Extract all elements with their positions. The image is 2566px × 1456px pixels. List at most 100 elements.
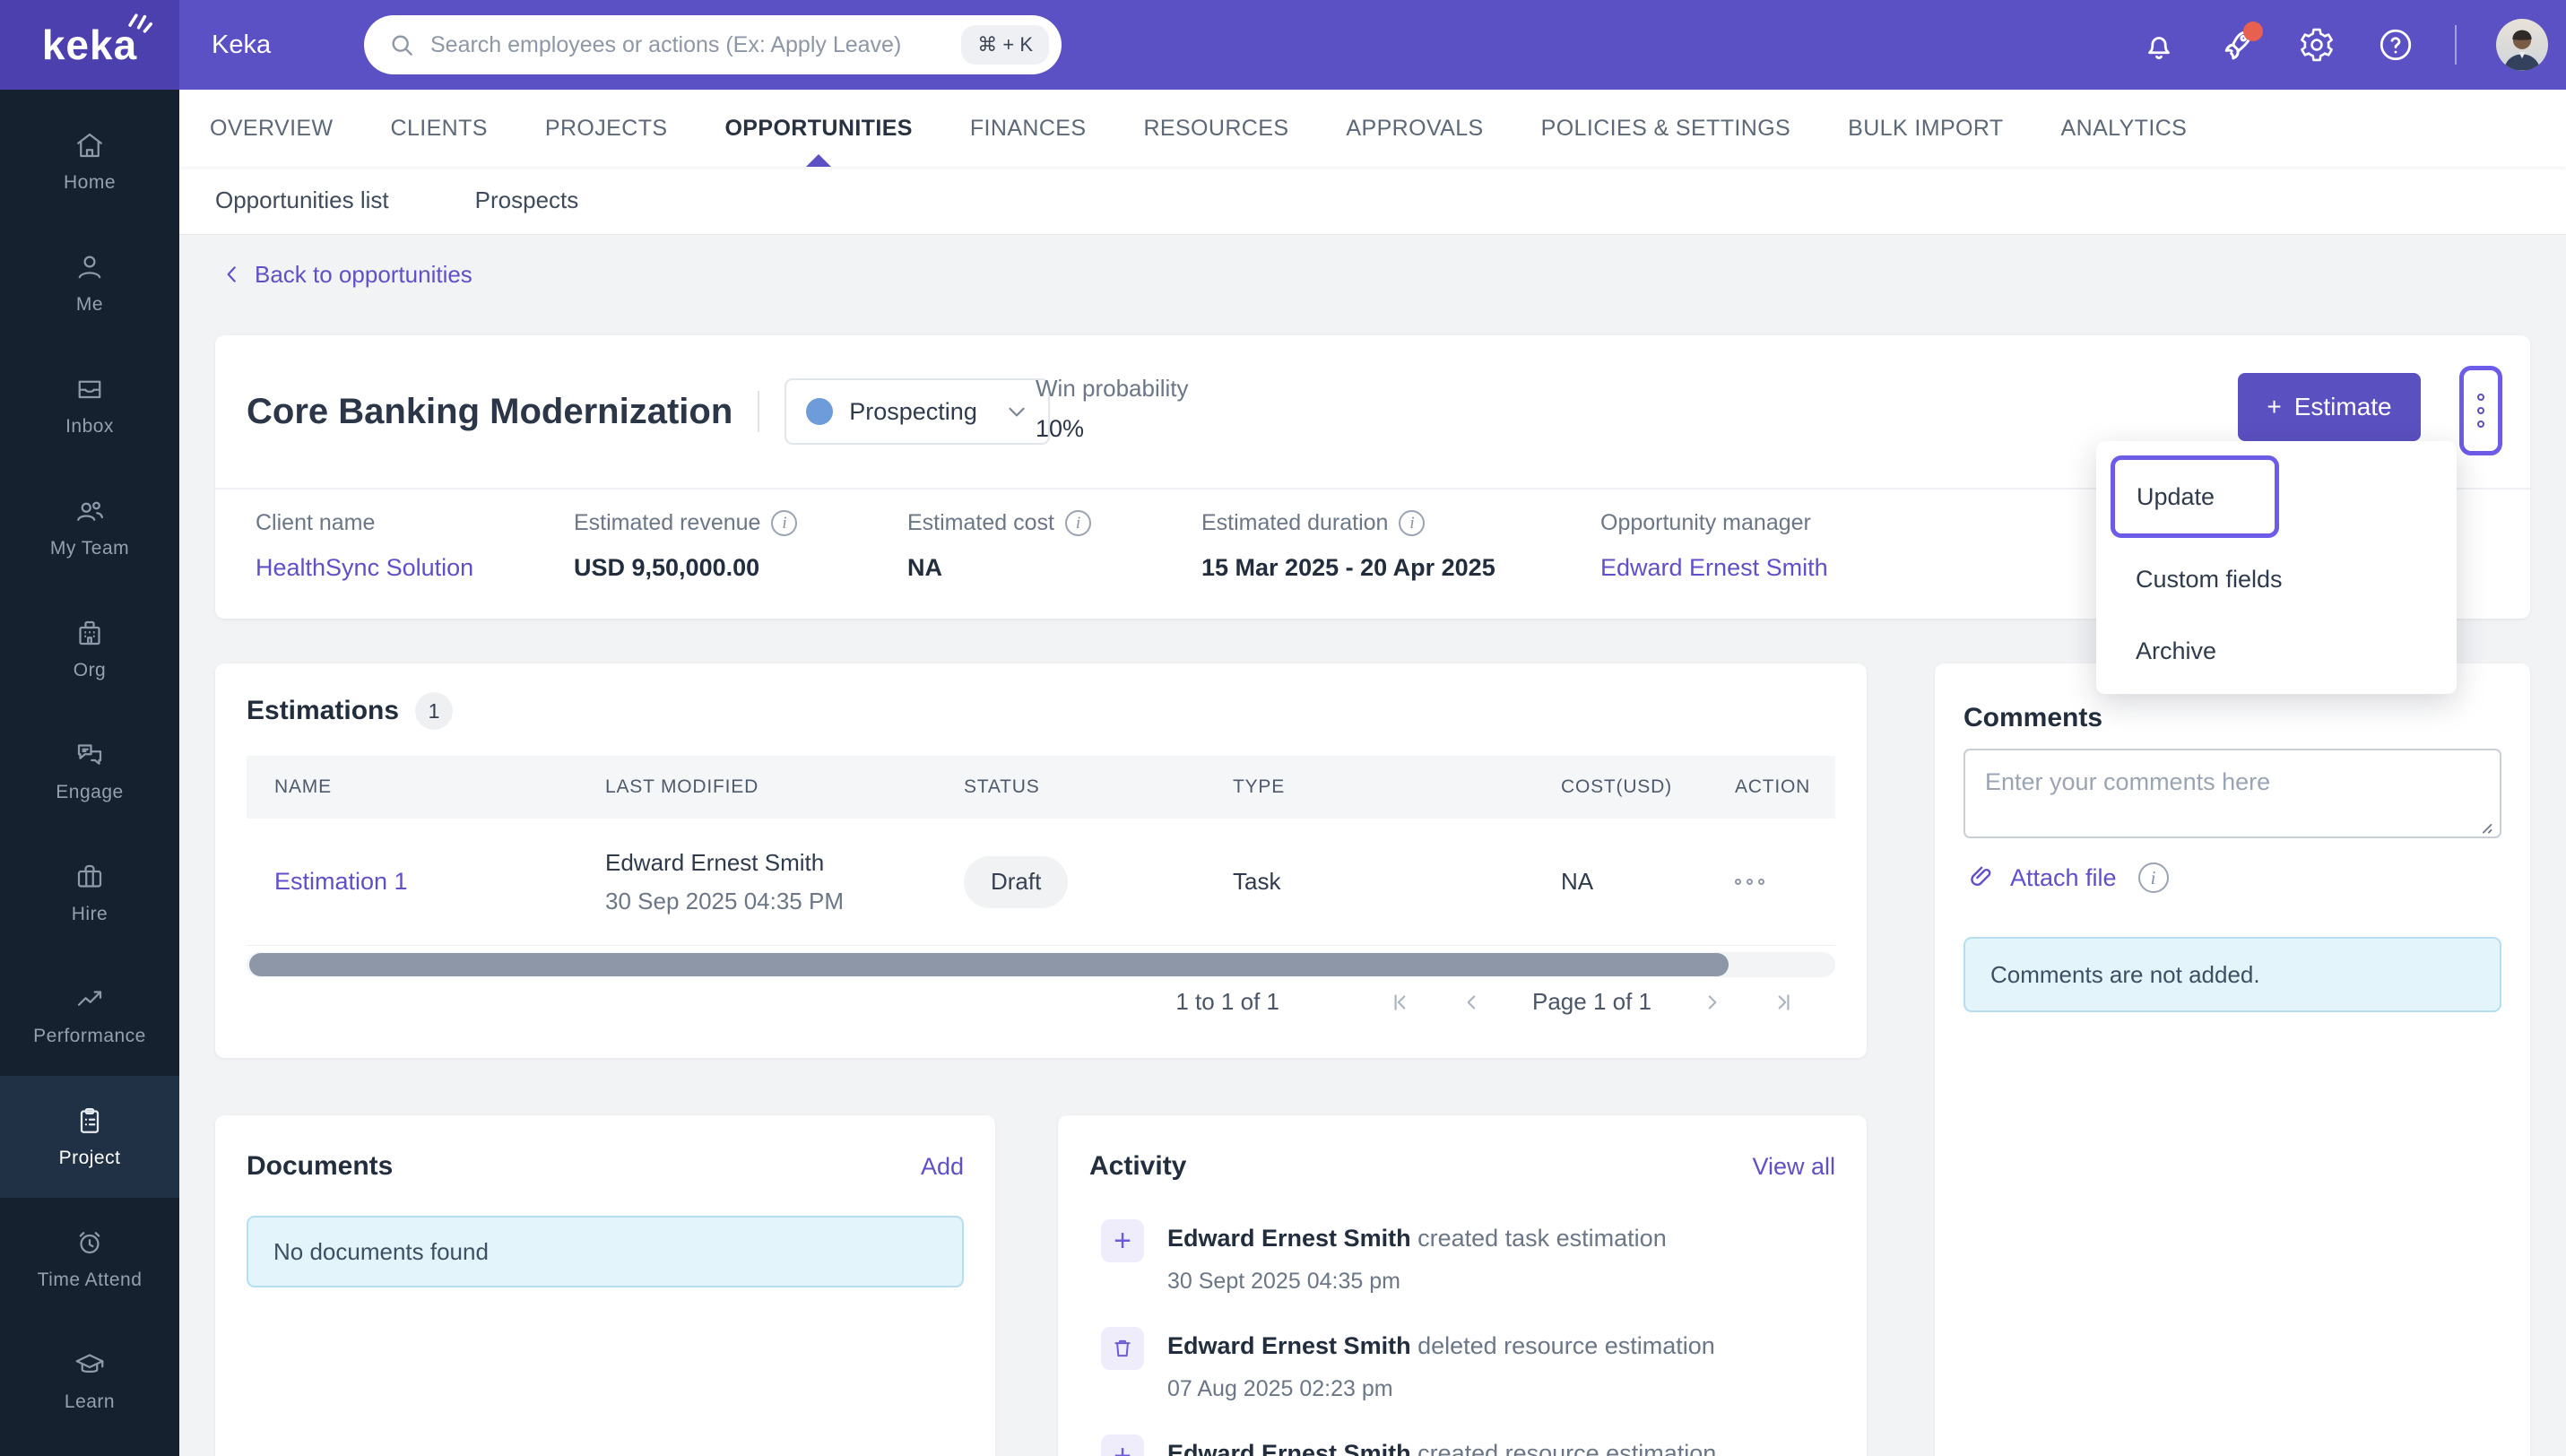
- brand-wordmark: keka: [41, 22, 138, 68]
- estimation-link[interactable]: Estimation 1: [274, 868, 408, 895]
- activity-action: created task estimation: [1417, 1225, 1667, 1252]
- whats-new-rocket-icon[interactable]: [2218, 22, 2263, 65]
- win-probability-label: Win probability: [1036, 375, 1189, 402]
- activity-card: Activity View all + Edward Ernest Smith …: [1058, 1115, 1867, 1456]
- win-probability-value: 10%: [1036, 415, 1085, 442]
- estimations-table: NAME LAST MODIFIED STATUS TYPE COST(USD)…: [247, 756, 1835, 946]
- info-icon[interactable]: i: [2137, 862, 2169, 893]
- main-content: Back to opportunities Core Banking Moder…: [179, 235, 2566, 1456]
- global-search[interactable]: ⌘ + K: [364, 15, 1062, 74]
- comments-empty-alert: Comments are not added.: [1964, 937, 2501, 1012]
- back-link-label: Back to opportunities: [255, 260, 472, 288]
- info-icon[interactable]: i: [1064, 510, 1091, 536]
- info-icon[interactable]: i: [1399, 510, 1426, 536]
- user-avatar[interactable]: [2496, 19, 2548, 71]
- comment-input[interactable]: [1964, 749, 2501, 838]
- view-all-activity-button[interactable]: View all: [1752, 1153, 1835, 1181]
- subtab-prospects[interactable]: Prospects: [475, 186, 579, 214]
- menu-item-update[interactable]: Update: [2111, 455, 2279, 538]
- sidebar-item-time-attend[interactable]: Time Attend: [0, 1198, 179, 1320]
- app-sidebar: Home Me Inbox My Team Org Engage Hire Pe…: [0, 90, 179, 1456]
- subtab-opportunities-list[interactable]: Opportunities list: [215, 186, 389, 214]
- documents-empty-alert: No documents found: [247, 1216, 964, 1287]
- estimation-type: Task: [1233, 868, 1281, 895]
- menu-item-archive[interactable]: Archive: [2111, 615, 2442, 687]
- help-icon[interactable]: [2376, 25, 2415, 65]
- workspace-name: Keka: [212, 30, 272, 59]
- sidebar-item-hire[interactable]: Hire: [0, 832, 179, 954]
- horizontal-scrollbar-track[interactable]: [247, 952, 1835, 977]
- tab-resources[interactable]: RESOURCES: [1143, 90, 1288, 167]
- search-input[interactable]: [430, 31, 962, 58]
- module-nav: OVERVIEW CLIENTS PROJECTS OPPORTUNITIES …: [179, 90, 2566, 167]
- tab-policies-settings[interactable]: POLICIES & SETTINGS: [1541, 90, 1791, 167]
- comments-title: Comments: [1964, 703, 2103, 732]
- row-more-actions-button[interactable]: [1735, 879, 1835, 885]
- settings-gear-icon[interactable]: [2297, 25, 2336, 65]
- client-name-link[interactable]: HealthSync Solution: [256, 554, 473, 582]
- activity-item: + Edward Ernest Smith created resource e…: [1101, 1434, 1831, 1456]
- plus-icon: +: [1101, 1219, 1144, 1262]
- sidebar-item-label: My Team: [49, 538, 130, 559]
- documents-card: Documents Add No documents found: [215, 1115, 995, 1456]
- sidebar-item-inbox[interactable]: Inbox: [0, 344, 179, 466]
- sidebar-item-project[interactable]: Project: [0, 1076, 179, 1198]
- activity-actor: Edward Ernest Smith: [1167, 1332, 1411, 1359]
- activity-actor: Edward Ernest Smith: [1167, 1440, 1411, 1456]
- plus-icon: +: [1101, 1434, 1144, 1456]
- table-row: Estimation 1 Edward Ernest Smith 30 Sep …: [247, 819, 1835, 946]
- topbar-divider: [2455, 25, 2457, 65]
- plus-icon: +: [2267, 393, 2282, 420]
- add-document-button[interactable]: Add: [921, 1153, 964, 1181]
- tab-overview[interactable]: OVERVIEW: [210, 90, 334, 167]
- field-estimated-revenue: Estimated revenue i USD 9,50,000.00: [574, 510, 798, 582]
- keka-logo[interactable]: keka: [0, 0, 179, 90]
- sidebar-item-performance[interactable]: Performance: [0, 954, 179, 1076]
- shortcut-chip: ⌘ + K: [961, 25, 1049, 65]
- activity-item: Edward Ernest Smith deleted resource est…: [1101, 1327, 1831, 1402]
- estimation-cost: NA: [1561, 868, 1594, 895]
- tab-projects[interactable]: PROJECTS: [545, 90, 668, 167]
- estimate-button[interactable]: + Estimate: [2238, 373, 2421, 441]
- sub-nav: Opportunities list Prospects: [179, 167, 2566, 235]
- sidebar-item-label: Time Attend: [37, 1270, 143, 1290]
- sidebar-item-me[interactable]: Me: [0, 222, 179, 344]
- pagination-page-label: Page 1 of 1: [1532, 988, 1651, 1015]
- first-page-button[interactable]: [1389, 991, 1412, 1014]
- activity-title: Activity: [1089, 1151, 1187, 1181]
- opportunity-title: Core Banking Modernization: [247, 391, 733, 431]
- sidebar-item-label: Project: [58, 1148, 121, 1168]
- status-dropdown[interactable]: Prospecting: [785, 378, 1051, 445]
- opportunity-manager-link[interactable]: Edward Ernest Smith: [1600, 554, 1828, 582]
- sidebar-item-my-team[interactable]: My Team: [0, 466, 179, 588]
- tab-analytics[interactable]: ANALYTICS: [2061, 90, 2188, 167]
- sidebar-item-label: Org: [73, 660, 107, 680]
- horizontal-scrollbar-thumb[interactable]: [249, 953, 1729, 976]
- next-page-button[interactable]: [1700, 991, 1723, 1014]
- sidebar-item-label: Performance: [33, 1026, 146, 1046]
- tab-finances[interactable]: FINANCES: [970, 90, 1087, 167]
- menu-item-custom-fields[interactable]: Custom fields: [2111, 543, 2442, 615]
- tab-opportunities[interactable]: OPPORTUNITIES: [724, 90, 912, 167]
- sidebar-item-home[interactable]: Home: [0, 100, 179, 222]
- sidebar-item-learn[interactable]: Learn: [0, 1320, 179, 1442]
- last-page-button[interactable]: [1772, 991, 1795, 1014]
- sidebar-item-engage[interactable]: Engage: [0, 710, 179, 832]
- tab-clients[interactable]: CLIENTS: [391, 90, 488, 167]
- tab-bulk-import[interactable]: BULK IMPORT: [1848, 90, 2003, 167]
- notifications-bell-icon[interactable]: [2139, 25, 2179, 65]
- info-icon[interactable]: i: [771, 510, 798, 536]
- prev-page-button[interactable]: [1461, 991, 1484, 1014]
- field-estimated-duration: Estimated duration i 15 Mar 2025 - 20 Apr…: [1201, 510, 1495, 581]
- attach-file-button[interactable]: Attach file: [2010, 864, 2117, 892]
- logo-rays-icon: [128, 13, 153, 33]
- sidebar-item-org[interactable]: Org: [0, 588, 179, 710]
- activity-action: created resource estimation: [1417, 1440, 1717, 1456]
- comments-card: Comments Attach file i Comments are not …: [1935, 663, 2530, 1456]
- header-more-actions-button[interactable]: [2459, 366, 2502, 455]
- field-client-name: Client name HealthSync Solution: [256, 510, 474, 582]
- top-bar: keka Keka ⌘ + K: [0, 0, 2566, 90]
- back-to-opportunities-link[interactable]: Back to opportunities: [221, 255, 472, 294]
- activity-action: deleted resource estimation: [1417, 1332, 1715, 1359]
- tab-approvals[interactable]: APPROVALS: [1346, 90, 1483, 167]
